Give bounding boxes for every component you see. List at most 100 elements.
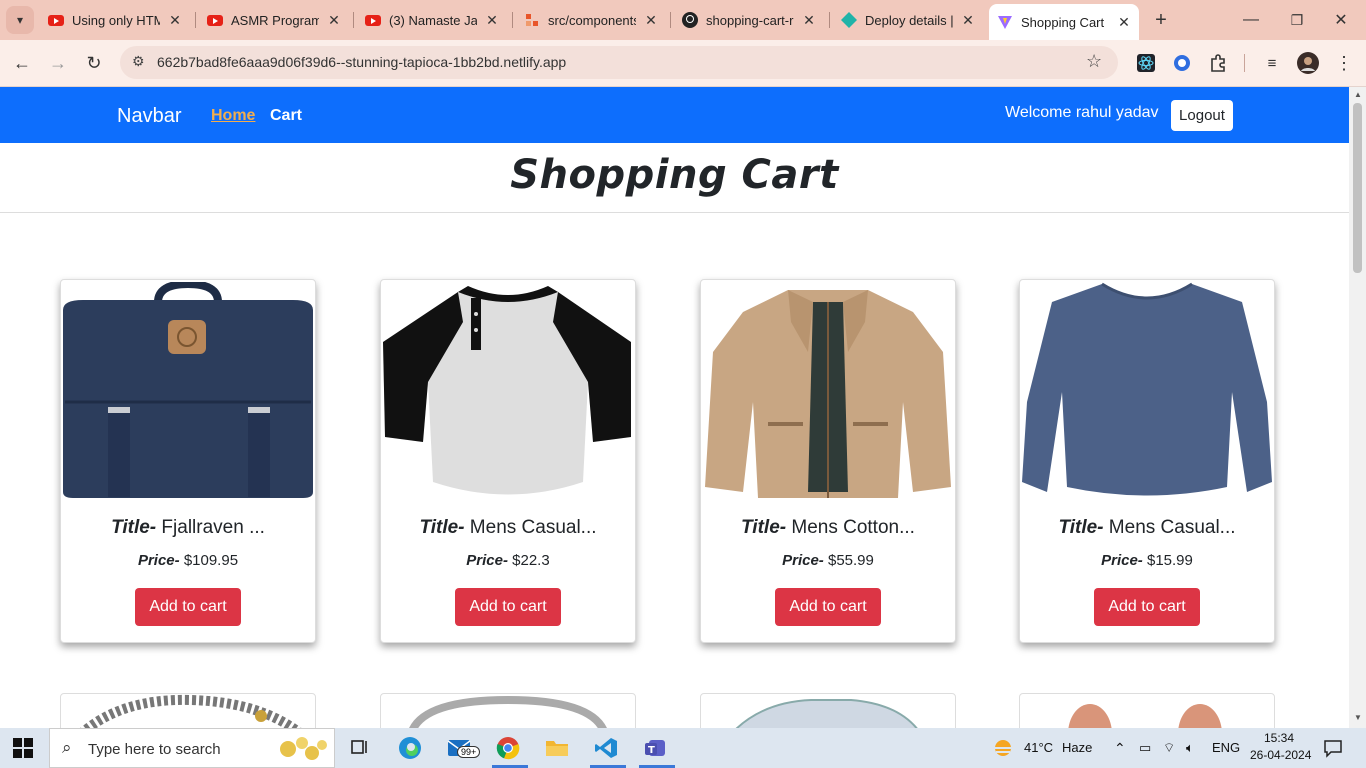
nav-link-home[interactable]: Home	[211, 107, 255, 125]
weather-temp[interactable]: 41°C	[1024, 740, 1053, 755]
page-header: Shopping Cart	[0, 143, 1349, 213]
teams-icon[interactable]: T	[643, 736, 667, 760]
mail-icon[interactable]: 99+	[447, 736, 481, 760]
close-icon[interactable]: ✕	[168, 12, 182, 29]
add-to-cart-button[interactable]: Add to cart	[1094, 588, 1200, 626]
tab-title: ASMR Program	[231, 12, 319, 28]
product-price-value: $22.3	[512, 552, 550, 569]
forward-arrow-icon[interactable]: →	[45, 50, 71, 76]
edge-icon[interactable]	[398, 736, 422, 760]
product-price: Price- $15.99	[1020, 552, 1274, 569]
search-highlight-icon	[280, 737, 327, 760]
tab-5[interactable]: Deploy details | ✕	[833, 6, 983, 34]
tab-title: Using only HTM	[72, 12, 160, 28]
title-label: Title-	[1058, 517, 1104, 538]
taskbar-search-box[interactable]: ⌕ Type here to search	[49, 728, 335, 768]
tab-title: Shopping Cart	[1021, 14, 1105, 30]
notification-icon[interactable]	[1323, 738, 1343, 763]
product-price: Price- $55.99	[701, 552, 955, 569]
product-image-ring	[409, 695, 607, 728]
price-label: Price-	[466, 552, 508, 569]
tab-title: (3) Namaste Jav	[389, 12, 477, 28]
extensions-puzzle-icon[interactable]	[1205, 50, 1231, 76]
tab-4[interactable]: shopping-cart-r ✕	[674, 6, 824, 34]
youtube-icon	[365, 12, 381, 28]
clock-date[interactable]: 26-04-2024	[1250, 748, 1311, 762]
logout-button[interactable]: Logout	[1171, 100, 1233, 131]
product-card-partial	[1019, 693, 1275, 728]
extension-icon[interactable]	[1169, 50, 1195, 76]
tab-1[interactable]: ASMR Program ✕	[199, 6, 349, 34]
product-title: Title- Mens Casual...	[381, 517, 635, 539]
wifi-icon[interactable]: ⌔	[1163, 740, 1175, 756]
navbar-brand[interactable]: Navbar	[117, 105, 181, 128]
add-to-cart-button[interactable]: Add to cart	[775, 588, 881, 626]
vite-icon	[997, 14, 1013, 30]
tab-0[interactable]: Using only HTM ✕	[40, 6, 190, 34]
tab-title: Deploy details |	[865, 12, 953, 28]
close-icon[interactable]: ✕	[644, 12, 658, 29]
address-bar[interactable]: ⚙ 662b7bad8fe6aaa9d06f39d6--stunning-tap…	[120, 46, 1118, 79]
chrome-icon[interactable]	[496, 736, 520, 760]
scrollbar-thumb[interactable]	[1353, 103, 1362, 273]
search-icon: ⌕	[62, 738, 72, 757]
media-control-icon[interactable]: ≡	[1259, 50, 1285, 76]
tab-title: src/components	[548, 12, 636, 28]
product-card: Title- Mens Cotton... Price- $55.99 Add …	[700, 279, 956, 643]
close-icon[interactable]: ✕	[1117, 14, 1131, 31]
add-to-cart-button[interactable]: Add to cart	[455, 588, 561, 626]
url-text[interactable]: 662b7bad8fe6aaa9d06f39d6--stunning-tapio…	[157, 54, 566, 70]
new-tab-button[interactable]: +	[1148, 7, 1174, 33]
windows-start-icon[interactable]	[13, 738, 33, 758]
reload-icon[interactable]: ↻	[81, 50, 107, 76]
weather-desc[interactable]: Haze	[1062, 740, 1092, 755]
youtube-icon	[207, 12, 223, 28]
product-title: Title- Mens Cotton...	[701, 517, 955, 539]
site-info-icon[interactable]: ⚙	[132, 53, 145, 70]
product-title-text: Mens Casual...	[1108, 517, 1236, 538]
avatar[interactable]	[1295, 50, 1321, 76]
battery-icon[interactable]: ▭	[1139, 740, 1151, 756]
price-label: Price-	[137, 552, 180, 569]
product-price-value: $15.99	[1146, 552, 1193, 569]
product-price: Price- $109.95	[61, 552, 315, 569]
tray-chevron-up-icon[interactable]: ⌃	[1114, 740, 1126, 757]
close-icon[interactable]: ✕	[961, 12, 975, 29]
back-arrow-icon[interactable]: ←	[9, 50, 35, 76]
menu-kebab-icon[interactable]: ⋮	[1331, 50, 1357, 76]
tab-search-button[interactable]: ▾	[6, 6, 34, 34]
add-to-cart-button[interactable]: Add to cart	[135, 588, 241, 626]
nav-link-cart[interactable]: Cart	[270, 107, 302, 125]
language-indicator[interactable]: ENG	[1212, 740, 1240, 755]
react-devtools-icon[interactable]	[1133, 50, 1159, 76]
bookmark-star-icon[interactable]: ☆	[1086, 51, 1102, 72]
price-label: Price-	[782, 552, 824, 569]
product-price-value: $109.95	[183, 552, 239, 569]
task-view-icon[interactable]	[349, 736, 373, 760]
volume-icon[interactable]: 🔈︎	[1186, 740, 1194, 756]
minimize-button[interactable]: —	[1238, 7, 1264, 33]
tab-3[interactable]: src/components ✕	[516, 6, 666, 34]
scroll-down-icon[interactable]: ▼	[1354, 713, 1362, 722]
welcome-text: Welcome rahul yadav	[1005, 104, 1159, 121]
vscode-icon[interactable]	[594, 736, 618, 760]
window-close-button[interactable]: ✕	[1328, 7, 1354, 33]
netlify-icon	[841, 12, 857, 28]
browser-tab-strip: ▾ Using only HTM ✕ ASMR Program ✕ (3) Na…	[0, 0, 1366, 40]
weather-icon[interactable]	[992, 738, 1014, 763]
close-icon[interactable]: ✕	[485, 12, 499, 29]
file-explorer-icon[interactable]	[545, 736, 569, 760]
product-title-text: Mens Casual...	[469, 517, 597, 538]
restore-button[interactable]: ❐	[1284, 7, 1310, 33]
mail-badge: 99+	[457, 746, 481, 758]
tab-6-active[interactable]: Shopping Cart ✕	[989, 4, 1139, 40]
scroll-up-icon[interactable]: ▲	[1354, 90, 1362, 99]
clock-time[interactable]: 15:34	[1264, 731, 1294, 745]
tab-title: shopping-cart-r	[706, 12, 794, 28]
tab-2[interactable]: (3) Namaste Jav ✕	[357, 6, 507, 34]
close-icon[interactable]: ✕	[327, 12, 341, 29]
page-scrollbar[interactable]: ▲ ▼	[1349, 87, 1366, 728]
close-icon[interactable]: ✕	[802, 12, 816, 29]
product-price-value: $55.99	[827, 552, 874, 569]
product-title-text: Mens Cotton...	[791, 517, 915, 538]
